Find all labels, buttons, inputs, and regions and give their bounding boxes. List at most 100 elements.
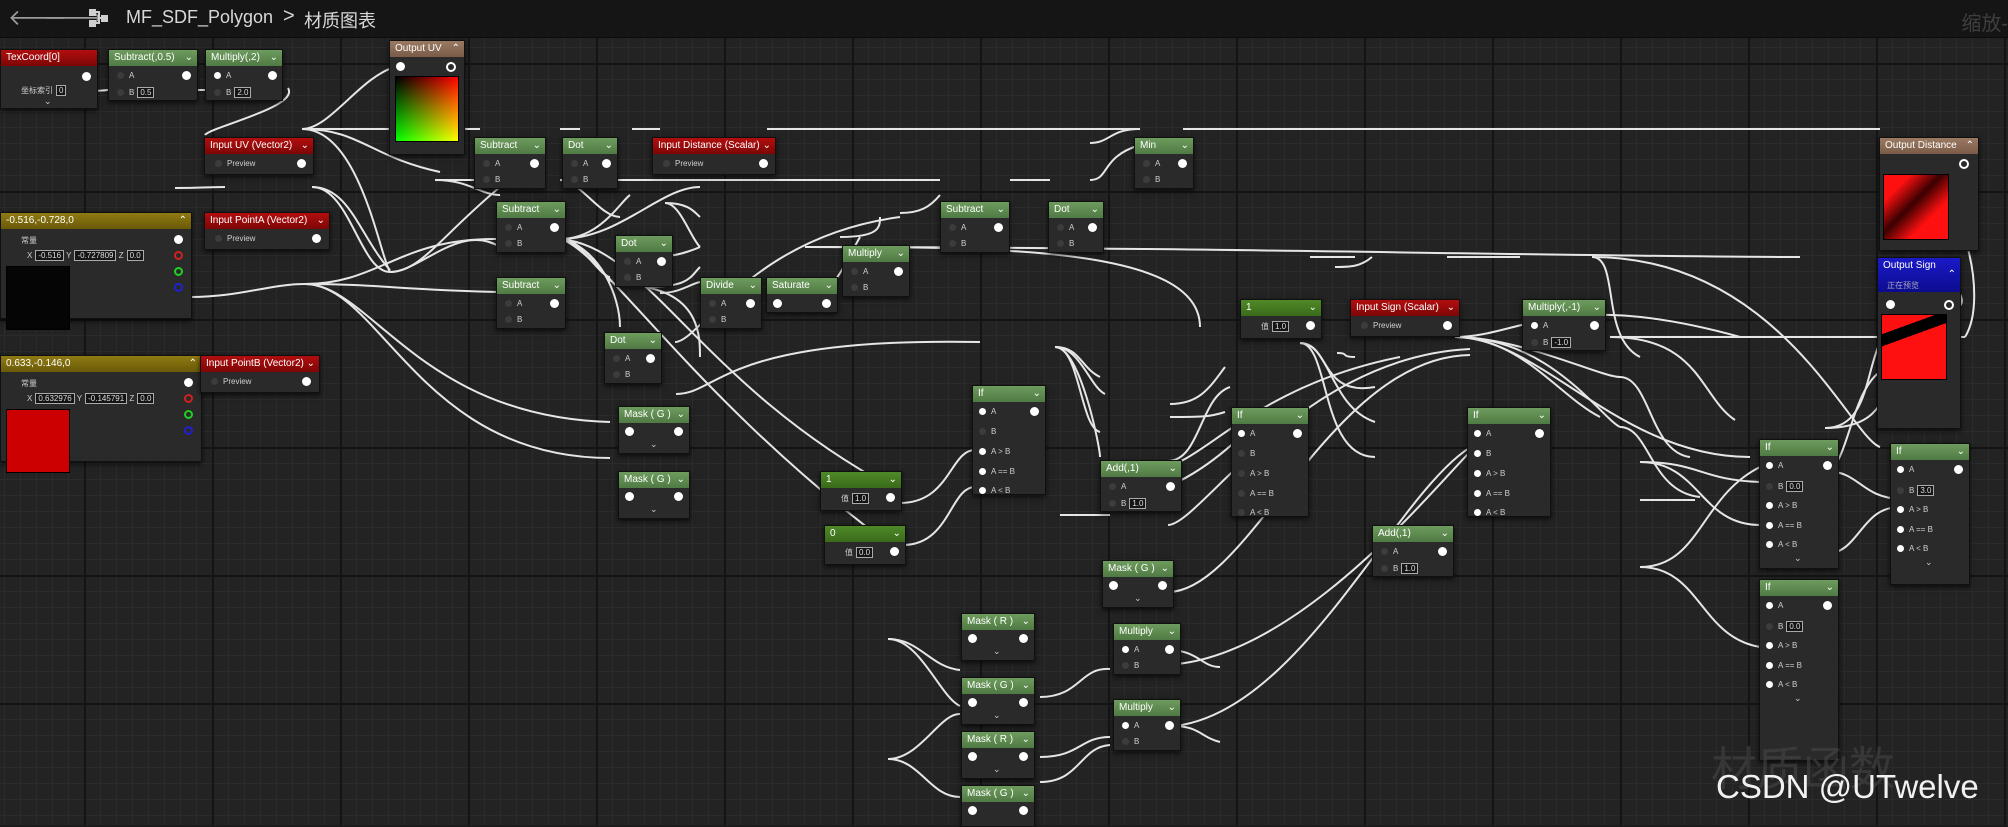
chevron-up-icon[interactable]: ⌃ xyxy=(179,213,187,229)
input-pin[interactable] xyxy=(117,72,124,80)
chevron-up-icon[interactable]: ⌃ xyxy=(1948,267,1956,283)
output-pin[interactable] xyxy=(994,223,1003,232)
chevron-down-icon[interactable]: ⌄ xyxy=(44,96,52,107)
if-node-2[interactable]: If ⌄ A B A > B A == B A < B xyxy=(1231,407,1309,517)
output-pin[interactable] xyxy=(446,62,456,72)
mask-g-node-3[interactable]: Mask ( G ) ⌄ ⌄ xyxy=(1102,560,1174,608)
input-pin[interactable] xyxy=(1897,526,1904,534)
dot-node-2[interactable]: Dot ⌄ A B xyxy=(615,235,673,287)
input-pin[interactable] xyxy=(1766,483,1773,491)
chevron-down-icon[interactable]: ⌄ xyxy=(307,356,315,372)
input-pin[interactable] xyxy=(215,160,222,168)
if-node-1[interactable]: If ⌄ A B A > B A == B A < B xyxy=(972,385,1046,495)
input-pin[interactable] xyxy=(1122,722,1129,730)
output-pin[interactable] xyxy=(1535,429,1544,438)
value-field[interactable]: 1.0 xyxy=(852,493,870,504)
input-pin[interactable] xyxy=(211,378,218,386)
input-pin[interactable] xyxy=(505,224,512,232)
input-pin[interactable] xyxy=(1474,470,1481,478)
output-pin[interactable] xyxy=(82,72,91,81)
input-pin[interactable] xyxy=(1474,450,1481,458)
chevron-down-icon[interactable]: ⌄ xyxy=(677,472,685,488)
chevron-down-icon[interactable]: ⌄ xyxy=(1794,693,1802,704)
z-field[interactable]: 0.0 xyxy=(137,393,155,404)
multiply-2-node[interactable]: Multiply(,2) ⌄ A B 2.0 xyxy=(205,49,283,101)
input-pin[interactable] xyxy=(505,316,512,324)
input-pin[interactable] xyxy=(613,371,620,379)
mask-g-node-2[interactable]: Mask ( G ) ⌄ ⌄ xyxy=(618,471,690,519)
chevron-down-icon[interactable]: ⌄ xyxy=(1168,700,1176,716)
input-pin[interactable] xyxy=(1766,502,1773,510)
subtract-node-2[interactable]: Subtract ⌄ A B xyxy=(496,201,566,253)
b-value-field[interactable]: 0.0 xyxy=(1786,481,1804,492)
material-graph-canvas[interactable]: TexCoord[0] 坐标索引 0 ⌄ Subtract(,0.5) ⌄ A B0… xyxy=(0,37,2008,827)
b-value-field[interactable]: -1.0 xyxy=(1551,337,1572,348)
input-pin[interactable] xyxy=(1381,548,1388,556)
input-pin[interactable] xyxy=(613,355,620,363)
input-pin[interactable] xyxy=(483,176,490,184)
if-node-4[interactable]: If ⌄ A B 0.0 A > B A == B A < B ⌄ xyxy=(1759,439,1839,569)
chevron-down-icon[interactable]: ⌄ xyxy=(553,278,561,294)
input-pin[interactable] xyxy=(1766,662,1773,670)
subtract-node-3[interactable]: Subtract ⌄ A B xyxy=(496,277,566,329)
input-pin[interactable] xyxy=(1361,322,1368,330)
output-pin[interactable] xyxy=(1823,601,1832,610)
input-pin[interactable] xyxy=(215,235,222,243)
output-pin[interactable] xyxy=(550,299,559,308)
chevron-down-icon[interactable]: ⌄ xyxy=(650,504,658,515)
b-value-field[interactable]: 1.0 xyxy=(1129,498,1147,509)
mask-g-node-1[interactable]: Mask ( G ) ⌄ ⌄ xyxy=(618,406,690,454)
chevron-down-icon[interactable]: ⌄ xyxy=(1091,202,1099,218)
chevron-down-icon[interactable]: ⌄ xyxy=(763,138,771,154)
chevron-down-icon[interactable]: ⌄ xyxy=(185,50,193,66)
input-pin[interactable] xyxy=(1766,623,1773,631)
output-pin[interactable] xyxy=(1030,407,1039,416)
z-field[interactable]: 0.0 xyxy=(126,250,144,261)
chevron-down-icon[interactable]: ⌄ xyxy=(993,764,1001,775)
input-pin[interactable] xyxy=(1238,470,1245,478)
subtract-05-node[interactable]: Subtract(,0.5) ⌄ A B 0.5 xyxy=(108,49,198,101)
output-pin[interactable] xyxy=(759,159,768,168)
dot-node-3[interactable]: Dot ⌄ A B xyxy=(604,332,662,384)
output-pin[interactable] xyxy=(1590,321,1599,330)
chevron-down-icon[interactable]: ⌄ xyxy=(1296,408,1304,424)
input-pin[interactable] xyxy=(851,284,858,292)
input-pin[interactable] xyxy=(773,299,782,308)
red-channel-pin[interactable] xyxy=(174,251,183,260)
add-node-2[interactable]: Add(,1) ⌄ A B 1.0 xyxy=(1372,525,1454,577)
chevron-down-icon[interactable]: ⌄ xyxy=(1033,386,1041,402)
input-pin[interactable] xyxy=(1766,462,1773,470)
chevron-down-icon[interactable]: ⌄ xyxy=(1826,440,1834,456)
output-pin[interactable] xyxy=(1954,465,1963,474)
blue-channel-pin[interactable] xyxy=(174,283,183,292)
constant-b-node[interactable]: 0.633,-0.146,0 ⌃ 常量 X 0.632976 Y -0.145791 … xyxy=(0,355,202,473)
texcoord-node[interactable]: TexCoord[0] 坐标索引 0 ⌄ xyxy=(0,49,98,109)
chevron-down-icon[interactable]: ⌄ xyxy=(1169,461,1177,477)
mask-r-node-2[interactable]: Mask ( R ) ⌄ ⌄ xyxy=(961,731,1035,779)
b-value-field[interactable]: 3.0 xyxy=(1917,485,1935,496)
chevron-down-icon[interactable]: ⌄ xyxy=(1134,593,1142,604)
input-pin[interactable] xyxy=(214,89,221,97)
output-pin[interactable] xyxy=(1165,721,1174,730)
output-pin[interactable] xyxy=(1166,482,1175,491)
if-node-6[interactable]: If ⌄ A B 3.0 A > B A == B A < B ⌄ xyxy=(1890,443,1970,585)
dot-node-1[interactable]: Dot ⌄ A B xyxy=(562,137,618,189)
input-pin[interactable] xyxy=(571,160,578,168)
chevron-down-icon[interactable]: ⌄ xyxy=(270,50,278,66)
output-pin[interactable] xyxy=(312,234,321,243)
input-pin[interactable] xyxy=(1109,500,1116,508)
output-pin[interactable] xyxy=(674,427,683,436)
constant-1-node[interactable]: 1 ⌄ 值 1.0 xyxy=(820,471,902,511)
output-distance-node[interactable]: Output Distance ⌃ xyxy=(1879,137,1979,251)
b-value-field[interactable]: 2.0 xyxy=(234,87,252,98)
output-pin[interactable] xyxy=(746,299,755,308)
input-pin[interactable] xyxy=(1474,490,1481,498)
input-pin[interactable] xyxy=(1474,509,1481,517)
input-pin[interactable] xyxy=(396,62,405,71)
input-pin[interactable] xyxy=(214,72,221,80)
input-pin[interactable] xyxy=(979,468,986,476)
input-pin[interactable] xyxy=(979,408,986,416)
input-pin[interactable] xyxy=(1886,300,1895,309)
chevron-down-icon[interactable]: ⌄ xyxy=(825,278,833,294)
coordinate-index-field[interactable]: 0 xyxy=(56,85,67,96)
